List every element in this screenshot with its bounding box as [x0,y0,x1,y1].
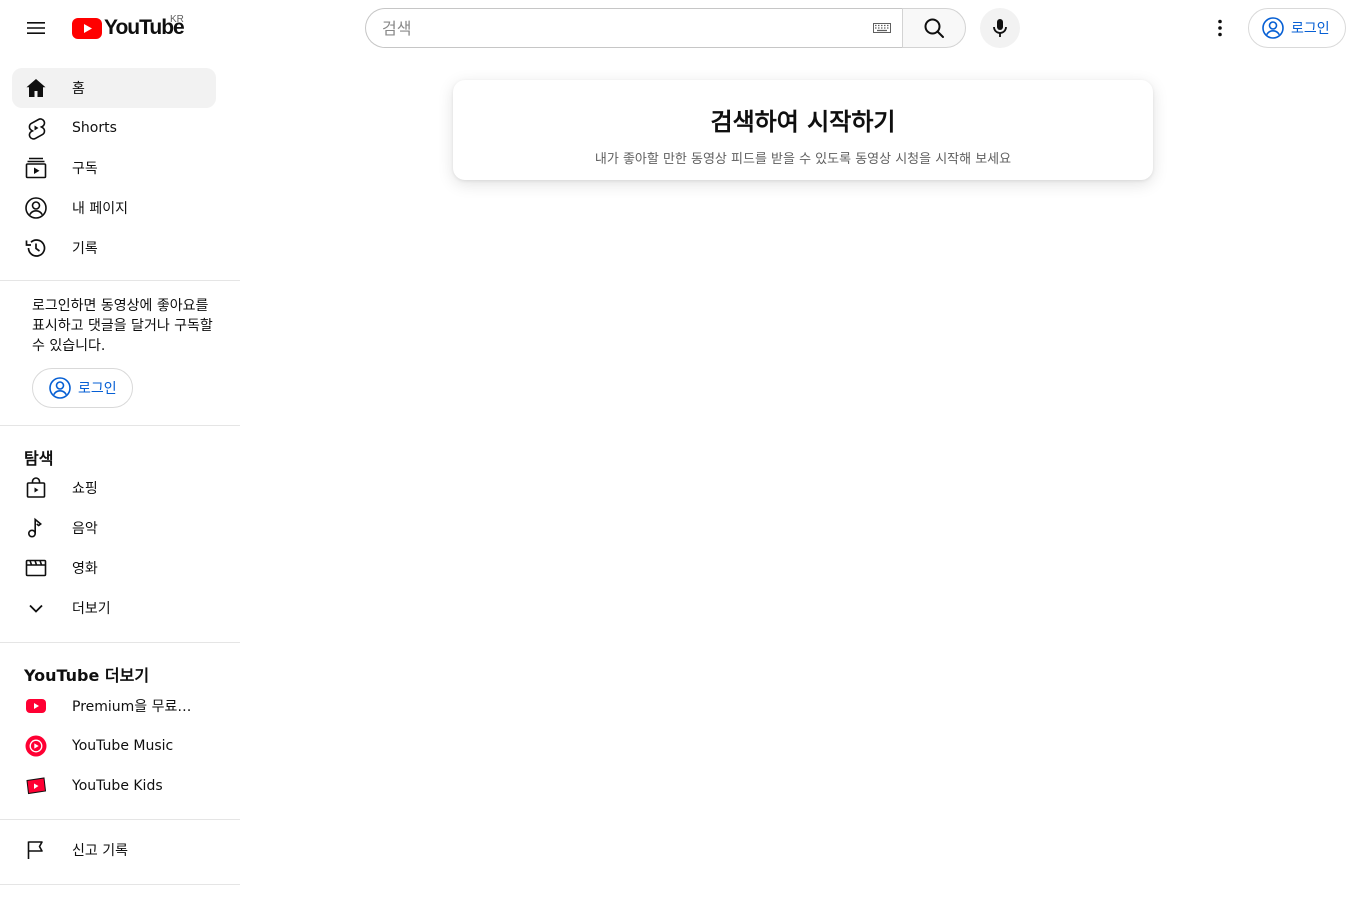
sidebar-item-label: 쇼핑 [72,481,98,497]
signin-prompt-text: 로그인하면 동영상에 좋아요를 표시하고 댓글을 달거나 구독할 수 있습니다. [32,298,213,354]
settings-menu-button[interactable] [1200,8,1240,48]
search-box [365,8,902,48]
sidebar-item-label: 기록 [72,241,98,257]
sidebar-divider [0,819,240,820]
account-circle-icon [1262,17,1284,39]
empty-feed-hint-card: 검색하여 시작하기 내가 좋아할 만한 동영상 피드를 받을 수 있도록 동영상… [453,80,1153,180]
youtube-music-icon [24,734,48,758]
account-icon [24,196,48,220]
history-icon [24,236,48,260]
subscriptions-icon [24,156,48,180]
sidebar-item-show-more[interactable]: 더보기 [12,588,216,628]
youtube-premium-icon [24,694,48,718]
sidebar-item-label: 신고 기록 [72,843,128,859]
more-vert-icon [1218,19,1222,37]
sidebar-item-label: YouTube Kids [72,778,163,794]
search-input[interactable] [382,18,872,38]
sidebar-item-subscriptions[interactable]: 구독 [12,148,216,188]
more-from-youtube-title: YouTube 더보기 [24,666,150,685]
top-bar: YouTube KR 로그인 [0,0,1365,56]
hint-title: 검색하여 시작하기 [710,108,896,136]
shopping-bag-icon [24,476,48,500]
header-signin-label: 로그인 [1291,21,1330,37]
sidebar-item-label: 홈 [72,81,85,97]
sidebar-item-my-page[interactable]: 내 페이지 [12,188,216,228]
sidebar-divider [0,884,240,885]
sidebar-item-shorts[interactable]: Shorts [12,108,216,148]
search-button[interactable] [902,8,966,48]
menu-button[interactable] [16,8,56,48]
voice-search-button[interactable] [980,8,1020,48]
sidebar-item-label: Premium을 무료로 … [72,699,202,715]
sidebar-item-label: 내 페이지 [72,201,128,217]
sidebar-item-label: 영화 [72,561,98,577]
sidebar-item-premium[interactable]: Premium을 무료로 … [12,686,216,726]
home-icon [24,76,48,100]
search-icon [924,18,944,38]
youtube-kids-icon [24,774,48,798]
sidebar: 홈 Shorts 구독 내 페이지 기록 로그인하면 동영상에 좋아요를 표시하… [0,56,240,900]
sidebar-divider [0,425,240,426]
sidebar-divider [0,280,240,281]
header-signin-button[interactable]: 로그인 [1248,8,1346,48]
sidebar-item-label: Shorts [72,120,117,136]
sidebar-item-label: 더보기 [72,601,111,617]
sidebar-item-movies[interactable]: 영화 [12,548,216,588]
sidebar-item-music[interactable]: 음악 [12,508,216,548]
sidebar-signin-button[interactable]: 로그인 [32,368,133,408]
flag-icon [24,838,48,862]
chevron-down-icon [24,596,48,620]
hamburger-icon [27,22,45,34]
clapperboard-icon [24,556,48,580]
youtube-logo[interactable]: YouTube [72,16,185,39]
sidebar-item-youtube-music[interactable]: YouTube Music [12,726,216,766]
sidebar-item-report-history[interactable]: 신고 기록 [12,830,216,870]
microphone-icon [993,19,1007,37]
sidebar-item-label: 음악 [72,521,98,537]
account-circle-icon [49,377,71,399]
sidebar-divider [0,642,240,643]
sidebar-item-label: YouTube Music [72,738,174,754]
country-code: KR [170,14,184,25]
sidebar-item-shopping[interactable]: 쇼핑 [12,468,216,508]
hint-subtitle: 내가 좋아할 만한 동영상 피드를 받을 수 있도록 동영상 시청을 시작해 보… [594,152,1012,167]
music-note-icon [24,516,48,540]
shorts-icon [24,116,48,140]
youtube-play-icon [72,17,102,39]
sidebar-item-home[interactable]: 홈 [12,68,216,108]
sidebar-item-youtube-kids[interactable]: YouTube Kids [12,766,216,806]
sidebar-item-history[interactable]: 기록 [12,228,216,268]
keyboard-icon[interactable] [872,22,892,34]
search-bar [365,8,966,48]
sidebar-signin-label: 로그인 [78,381,117,397]
explore-section-title: 탐색 [24,449,54,468]
sidebar-item-label: 구독 [72,161,98,177]
